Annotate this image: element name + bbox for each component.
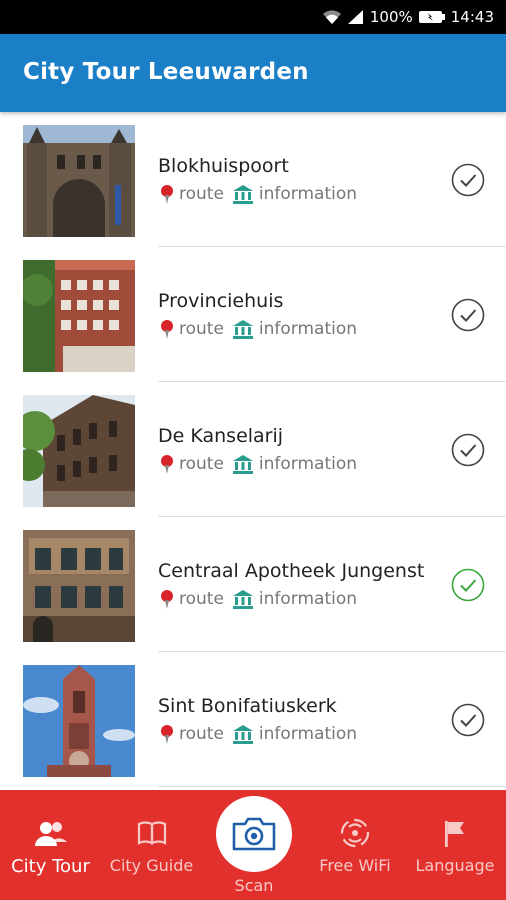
list-item[interactable]: Provinciehuis route information	[0, 247, 506, 382]
museum-icon	[232, 455, 253, 474]
information-label: information	[258, 184, 358, 204]
item-title: Sint Bonifatiuskerk	[158, 695, 337, 717]
information-link[interactable]: information	[232, 454, 357, 474]
nav-label: Free WiFi	[319, 856, 391, 875]
item-links: route information	[160, 182, 365, 206]
route-label: route	[179, 454, 224, 474]
pin-icon	[161, 725, 173, 744]
camera-icon	[232, 817, 276, 851]
thumbnail-de-kanselarij	[23, 395, 135, 507]
route-label: route	[179, 319, 224, 339]
item-links: route information	[160, 722, 365, 746]
information-link[interactable]: information	[232, 589, 357, 609]
item-links: route information	[160, 452, 365, 476]
information-link[interactable]: information	[232, 724, 357, 744]
route-label: route	[179, 589, 224, 609]
item-title: Blokhuispoort	[158, 155, 289, 177]
pin-icon	[161, 185, 173, 204]
flag-icon	[442, 818, 468, 848]
pin-icon	[161, 455, 173, 474]
check-circle-icon[interactable]	[451, 703, 485, 737]
tour-list: Blokhuispoort route information Provinci…	[0, 112, 506, 790]
battery-icon	[418, 10, 445, 24]
museum-icon	[232, 185, 253, 204]
pin-icon	[161, 590, 173, 609]
information-link[interactable]: information	[232, 184, 357, 204]
clock: 14:43	[450, 8, 494, 26]
wifi-icon	[340, 818, 370, 848]
check-circle-icon[interactable]	[451, 163, 485, 197]
divider	[158, 786, 506, 787]
signal-icon	[347, 10, 364, 24]
bottom-nav: City Tour City Guide Scan Free WiFi Lang…	[0, 790, 506, 900]
item-title: Provinciehuis	[158, 290, 284, 312]
check-circle-icon[interactable]	[451, 433, 485, 467]
museum-icon	[232, 590, 253, 609]
museum-icon	[232, 320, 253, 339]
app-bar: City Tour Leeuwarden	[0, 34, 506, 112]
nav-free-wifi[interactable]: Free WiFi	[306, 790, 404, 900]
route-link[interactable]: route	[160, 724, 224, 744]
information-label: information	[258, 724, 358, 744]
list-item[interactable]: Blokhuispoort route information	[0, 112, 506, 247]
scan-button[interactable]	[216, 796, 292, 872]
nav-label: Language	[415, 856, 495, 875]
route-link[interactable]: route	[160, 184, 224, 204]
thumbnail-sint-bonifatiuskerk	[23, 665, 135, 777]
nav-label: Scan	[234, 876, 274, 895]
nav-label: City Tour	[11, 856, 90, 877]
route-label: route	[179, 184, 224, 204]
wifi-status-icon	[322, 9, 342, 25]
thumbnail-centraal-apotheek	[23, 530, 135, 642]
check-circle-icon[interactable]	[451, 298, 485, 332]
information-label: information	[258, 454, 358, 474]
item-title: De Kanselarij	[158, 425, 284, 447]
list-item[interactable]: Sint Bonifatiuskerk route information	[0, 652, 506, 787]
information-label: information	[258, 319, 358, 339]
nav-city-guide[interactable]: City Guide	[101, 790, 202, 900]
item-title: Centraal Apotheek Jungenst	[158, 560, 425, 582]
route-label: route	[179, 724, 224, 744]
route-link[interactable]: route	[160, 589, 224, 609]
route-link[interactable]: route	[160, 319, 224, 339]
people-icon	[34, 818, 67, 848]
nav-city-tour[interactable]: City Tour	[0, 790, 101, 900]
item-links: route information	[160, 317, 365, 341]
thumbnail-provinciehuis	[23, 260, 135, 372]
battery-percent: 100%	[369, 8, 413, 26]
book-icon	[137, 818, 167, 848]
pin-icon	[161, 320, 173, 339]
route-link[interactable]: route	[160, 454, 224, 474]
thumbnail-blokhuispoort	[23, 125, 135, 237]
check-circle-icon[interactable]	[451, 568, 485, 602]
information-link[interactable]: information	[232, 319, 357, 339]
list-item[interactable]: Centraal Apotheek Jungenst route informa…	[0, 517, 506, 652]
information-label: information	[258, 589, 358, 609]
nav-label: City Guide	[109, 856, 194, 875]
nav-scan[interactable]: Scan	[202, 790, 306, 900]
list-item[interactable]: De Kanselarij route information	[0, 382, 506, 517]
nav-language[interactable]: Language	[404, 790, 506, 900]
item-links: route information	[160, 587, 365, 611]
status-bar: 100% 14:43	[0, 0, 506, 34]
app-title: City Tour Leeuwarden	[23, 59, 309, 85]
museum-icon	[232, 725, 253, 744]
